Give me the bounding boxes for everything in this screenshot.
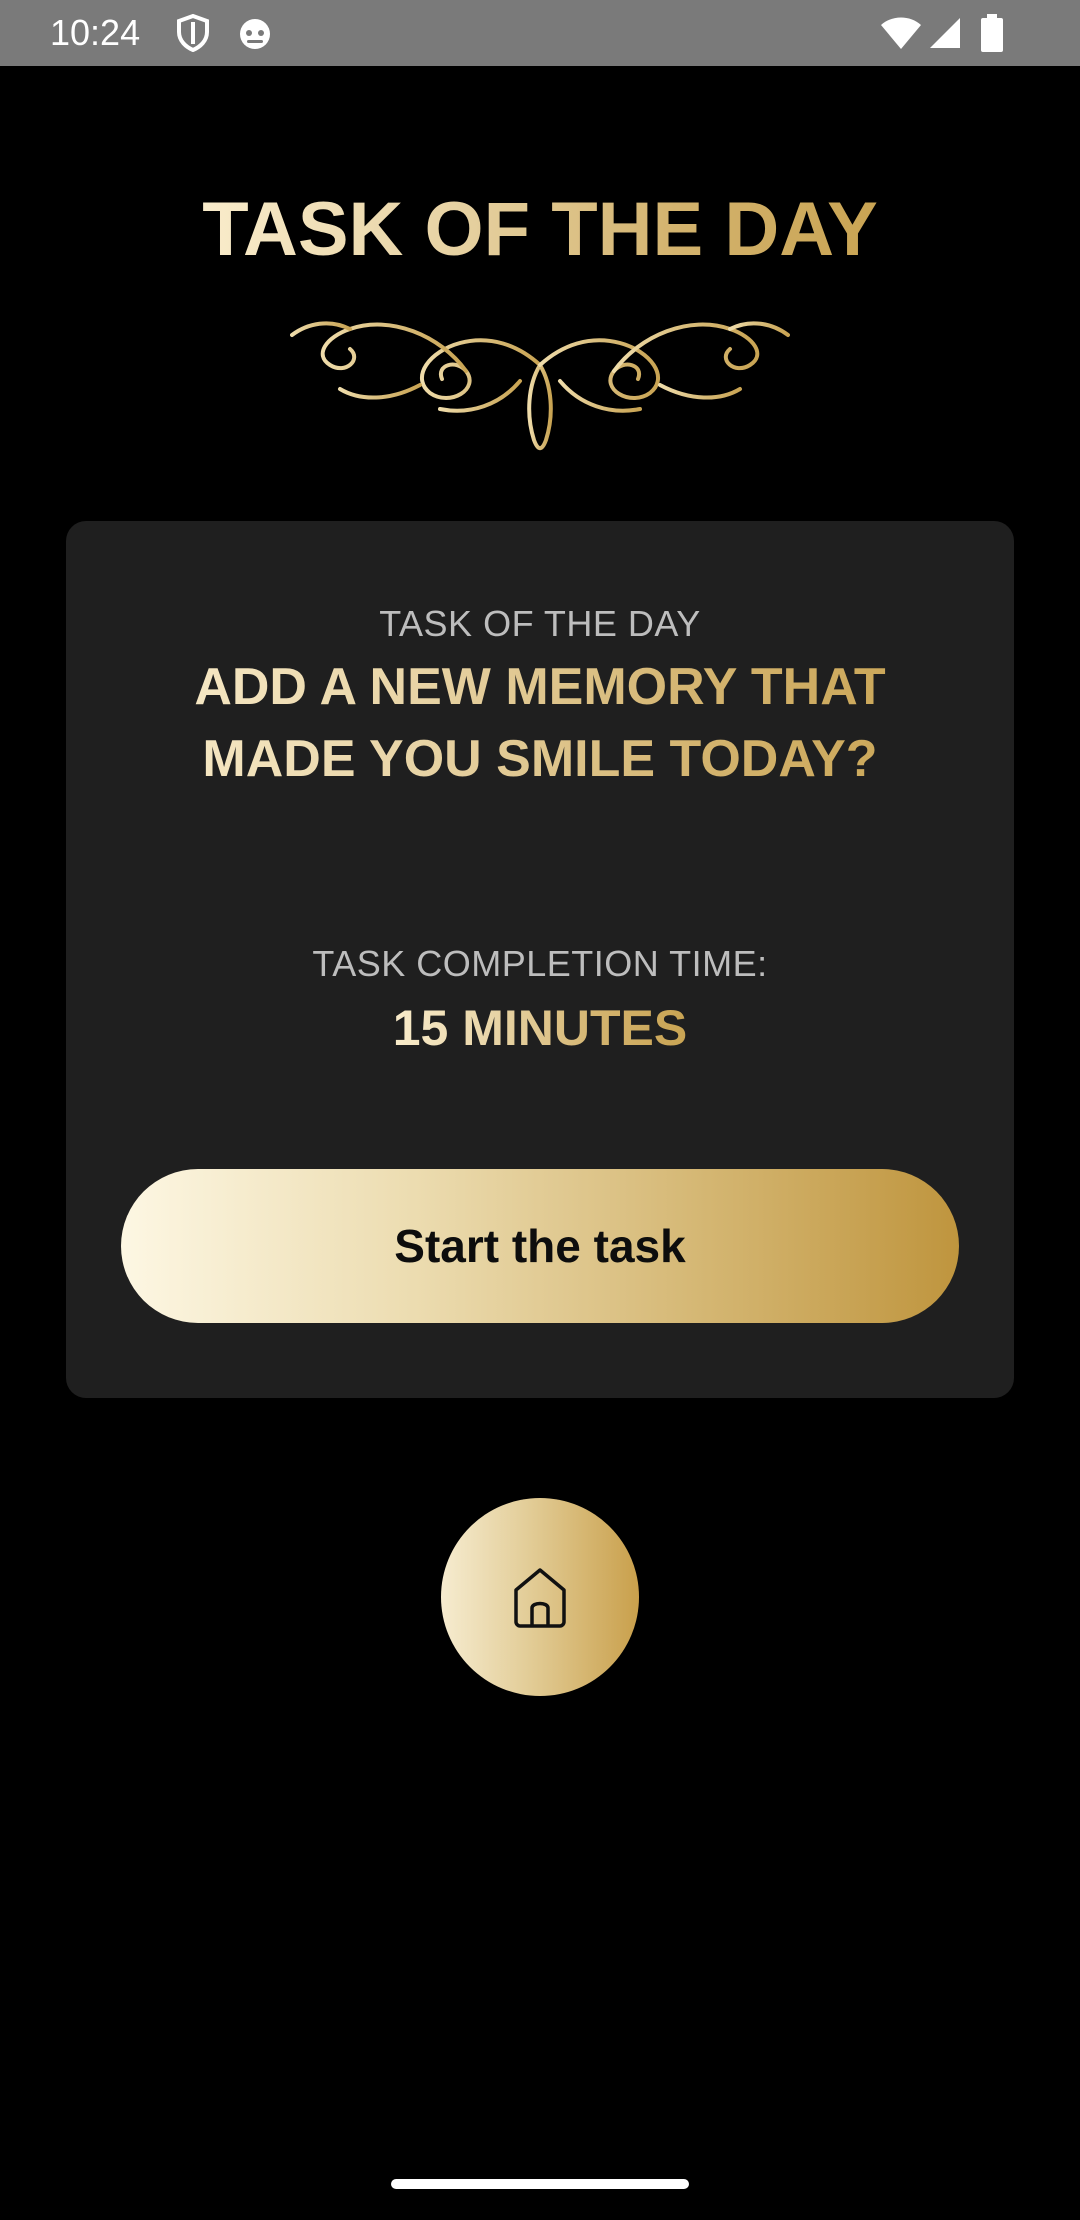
shield-icon — [176, 14, 210, 52]
home-icon — [514, 1568, 566, 1628]
task-card: TASK OF THE DAY ADD A NEW MEMORY THAT MA… — [66, 521, 1014, 1398]
start-task-button[interactable]: Start the task — [121, 1169, 959, 1323]
gesture-navigation-bar[interactable] — [391, 2179, 689, 2189]
page-title: TASK OF THE DAY — [0, 182, 1080, 278]
status-bar: 10:24 — [0, 0, 1080, 66]
home-button[interactable] — [441, 1498, 639, 1696]
completion-time-label: TASK COMPLETION TIME: — [312, 943, 768, 984]
flourish-ornament-icon — [290, 321, 790, 451]
wifi-icon — [880, 16, 922, 50]
task-question: ADD A NEW MEMORY THAT MADE YOU SMILE TOD… — [126, 651, 954, 795]
battery-icon — [980, 14, 1004, 52]
cat-face-icon — [236, 14, 274, 52]
completion-time-value: 15 MINUTES — [66, 996, 1014, 1060]
card-kicker: TASK OF THE DAY — [379, 603, 701, 644]
status-time: 10:24 — [50, 12, 141, 53]
signal-icon — [928, 16, 962, 50]
